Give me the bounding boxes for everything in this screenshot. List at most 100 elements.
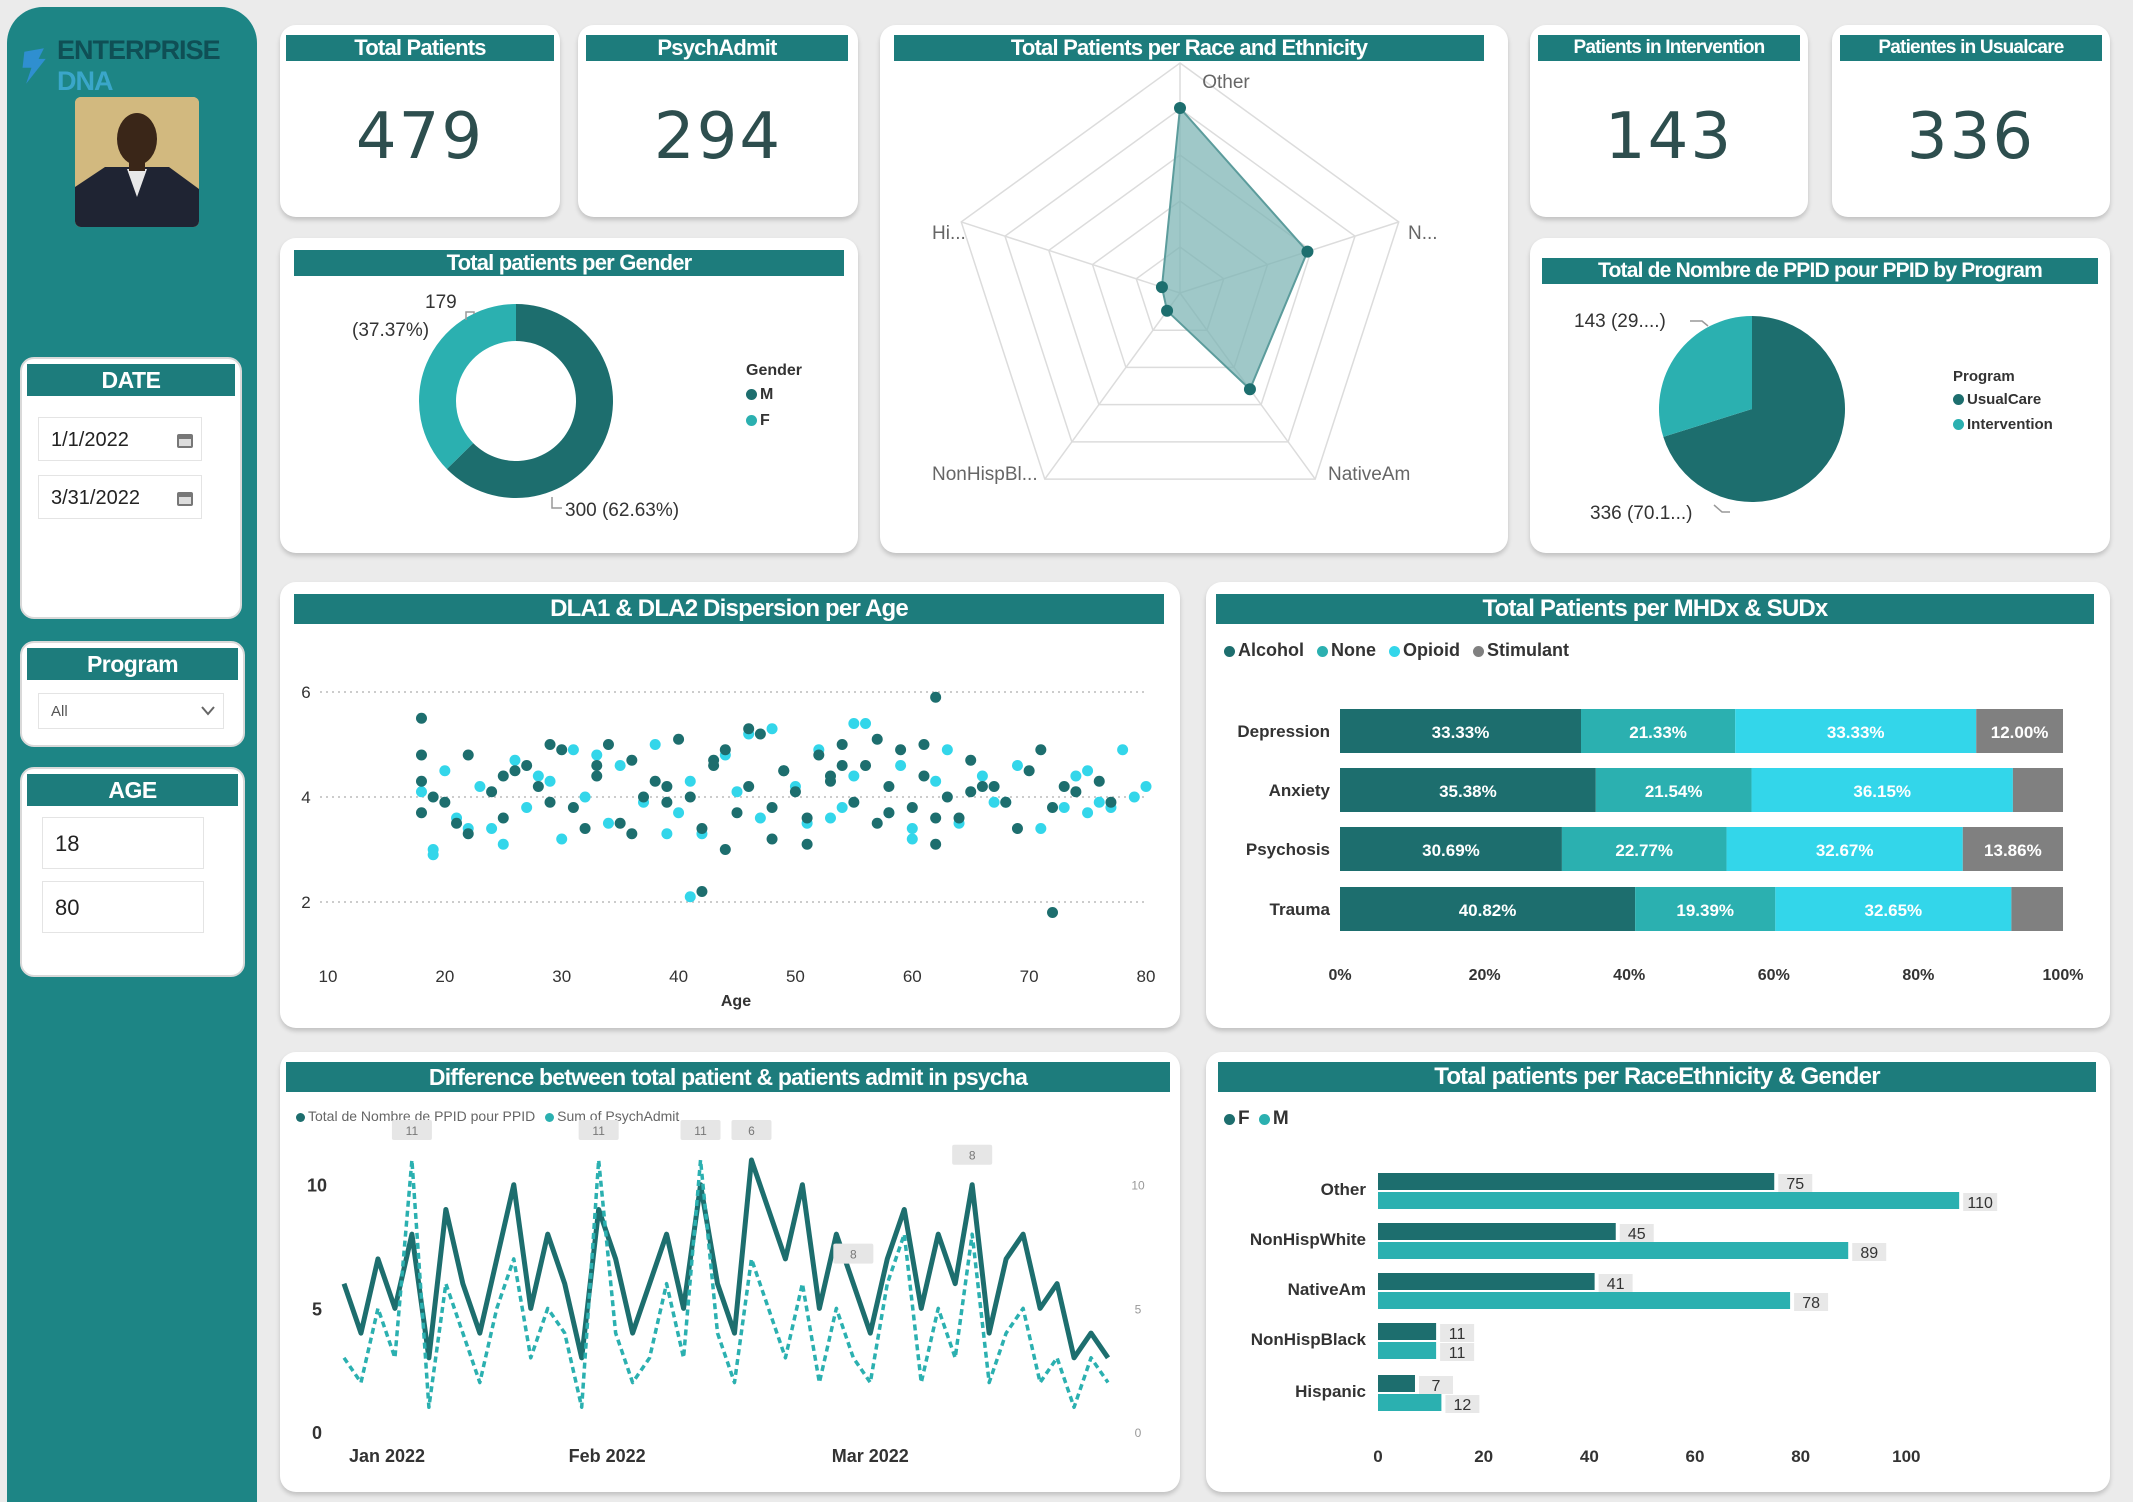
scatter-point-dla1[interactable] (1011, 823, 1023, 834)
scatter-point-dla1[interactable] (789, 786, 801, 798)
age-max-field[interactable]: 80 (42, 881, 204, 933)
scatter-point-dla2[interactable] (731, 786, 743, 798)
bar-m[interactable] (1378, 1342, 1437, 1359)
scatter-point-dla2[interactable] (427, 849, 439, 861)
scatter-point-dla2[interactable] (766, 723, 778, 735)
scatter-point-dla2[interactable] (684, 891, 696, 903)
scatter-point-dla2[interactable] (1140, 781, 1152, 792)
scatter-point-dla1[interactable] (766, 802, 778, 813)
scatter-point-dla1[interactable] (673, 733, 685, 745)
scatter-point-dla1[interactable] (1000, 796, 1012, 808)
scatter-point-dla1[interactable] (836, 760, 848, 771)
radar-point-other[interactable] (1174, 102, 1186, 114)
scatter-point-dla2[interactable] (754, 812, 766, 824)
scatter-point-dla2[interactable] (860, 718, 872, 729)
scatter-point-dla2[interactable] (976, 770, 988, 782)
end-date-field[interactable]: 3/31/2022 (38, 475, 202, 519)
start-date-field[interactable]: 1/1/2022 (38, 417, 202, 461)
scatter-point-dla1[interactable] (988, 781, 1000, 792)
scatter-point-dla1[interactable] (930, 691, 942, 703)
scatter-point-dla1[interactable] (976, 781, 988, 792)
scatter-point-dla1[interactable] (731, 807, 743, 819)
scatter-point-dla2[interactable] (895, 760, 907, 771)
scatter-point-dla2[interactable] (532, 770, 544, 782)
scatter-point-dla1[interactable] (848, 796, 860, 808)
scatter-point-dla1[interactable] (895, 744, 907, 756)
scatter-point-dla1[interactable] (965, 754, 977, 766)
scatter-point-dla1[interactable] (754, 728, 766, 740)
scatter-point-dla1[interactable] (661, 796, 673, 808)
scatter-point-dla1[interactable] (567, 802, 579, 813)
line-series-psychadmit[interactable] (342, 1158, 1110, 1410)
scatter-point-dla1[interactable] (801, 838, 813, 850)
bar-segment-stimulant[interactable] (2012, 768, 2063, 812)
scatter-point-dla2[interactable] (673, 807, 685, 819)
scatter-point-dla1[interactable] (883, 807, 895, 819)
scatter-point-dla2[interactable] (1128, 791, 1140, 803)
scatter-point-dla2[interactable] (649, 739, 661, 750)
scatter-point-dla1[interactable] (766, 833, 778, 845)
scatter-point-dla2[interactable] (930, 775, 942, 787)
scatter-point-dla2[interactable] (1035, 823, 1047, 834)
scatter-point-dla1[interactable] (509, 765, 521, 777)
bar-f[interactable] (1378, 1173, 1775, 1190)
scatter-point-dla1[interactable] (965, 786, 977, 798)
legend-item-intervention[interactable]: Intervention (1953, 416, 2053, 433)
scatter-point-dla2[interactable] (1070, 770, 1082, 782)
scatter-point-dla1[interactable] (544, 796, 556, 808)
scatter-point-dla1[interactable] (743, 781, 755, 792)
bar-f[interactable] (1378, 1273, 1595, 1290)
scatter-point-dla2[interactable] (684, 775, 696, 787)
scatter-point-dla2[interactable] (1082, 765, 1094, 777)
radar-point-nonhispwhite[interactable] (1301, 245, 1314, 258)
scatter-point-dla1[interactable] (684, 791, 696, 803)
legend-item-m[interactable]: M (746, 386, 802, 404)
calendar-icon[interactable] (177, 434, 193, 448)
scatter-point-dla1[interactable] (719, 844, 731, 855)
scatter-point-dla1[interactable] (930, 838, 942, 850)
scatter-point-dla2[interactable] (988, 796, 1000, 808)
chevron-down-icon[interactable] (201, 706, 215, 716)
scatter-point-dla2[interactable] (474, 781, 486, 792)
scatter-point-dla1[interactable] (1035, 744, 1047, 756)
scatter-point-dla1[interactable] (638, 791, 650, 803)
scatter-point-dla1[interactable] (1105, 796, 1117, 808)
scatter-point-dla2[interactable] (824, 812, 836, 824)
scatter-point-dla1[interactable] (415, 807, 427, 819)
scatter-point-dla1[interactable] (497, 812, 509, 824)
scatter-point-dla1[interactable] (1047, 907, 1059, 918)
scatter-point-dla1[interactable] (953, 812, 965, 824)
scatter-point-dla1[interactable] (439, 796, 451, 808)
scatter-point-dla1[interactable] (860, 760, 872, 771)
scatter-point-dla1[interactable] (906, 802, 918, 813)
scatter-point-dla1[interactable] (497, 770, 509, 782)
scatter-point-dla1[interactable] (415, 712, 427, 724)
scatter-point-dla2[interactable] (906, 833, 918, 845)
radar-point-nativeam[interactable] (1243, 383, 1256, 396)
bar-f[interactable] (1378, 1223, 1616, 1240)
scatter-point-dla2[interactable] (661, 828, 673, 840)
scatter-point-dla1[interactable] (801, 812, 813, 824)
scatter-point-dla2[interactable] (544, 775, 556, 787)
scatter-point-dla1[interactable] (626, 828, 638, 840)
scatter-point-dla1[interactable] (544, 739, 556, 750)
scatter-point-dla1[interactable] (813, 749, 825, 761)
scatter-point-dla1[interactable] (883, 781, 895, 792)
scatter-point-dla2[interactable] (614, 760, 626, 771)
program-dropdown[interactable]: All (38, 693, 224, 729)
scatter-point-dla1[interactable] (708, 754, 720, 766)
scatter-point-dla1[interactable] (626, 754, 638, 766)
bar-m[interactable] (1378, 1192, 1960, 1209)
scatter-point-dla2[interactable] (567, 744, 579, 756)
scatter-point-dla1[interactable] (1047, 802, 1059, 813)
scatter-point-dla1[interactable] (462, 828, 474, 840)
scatter-point-dla1[interactable] (556, 744, 568, 756)
scatter-point-dla2[interactable] (579, 791, 591, 803)
scatter-point-dla1[interactable] (930, 812, 942, 824)
scatter-point-dla1[interactable] (1093, 775, 1105, 787)
scatter-point-dla1[interactable] (649, 775, 661, 787)
scatter-point-dla1[interactable] (696, 886, 708, 897)
scatter-point-dla2[interactable] (602, 817, 614, 829)
scatter-point-dla1[interactable] (427, 791, 439, 803)
scatter-point-dla1[interactable] (486, 786, 498, 798)
